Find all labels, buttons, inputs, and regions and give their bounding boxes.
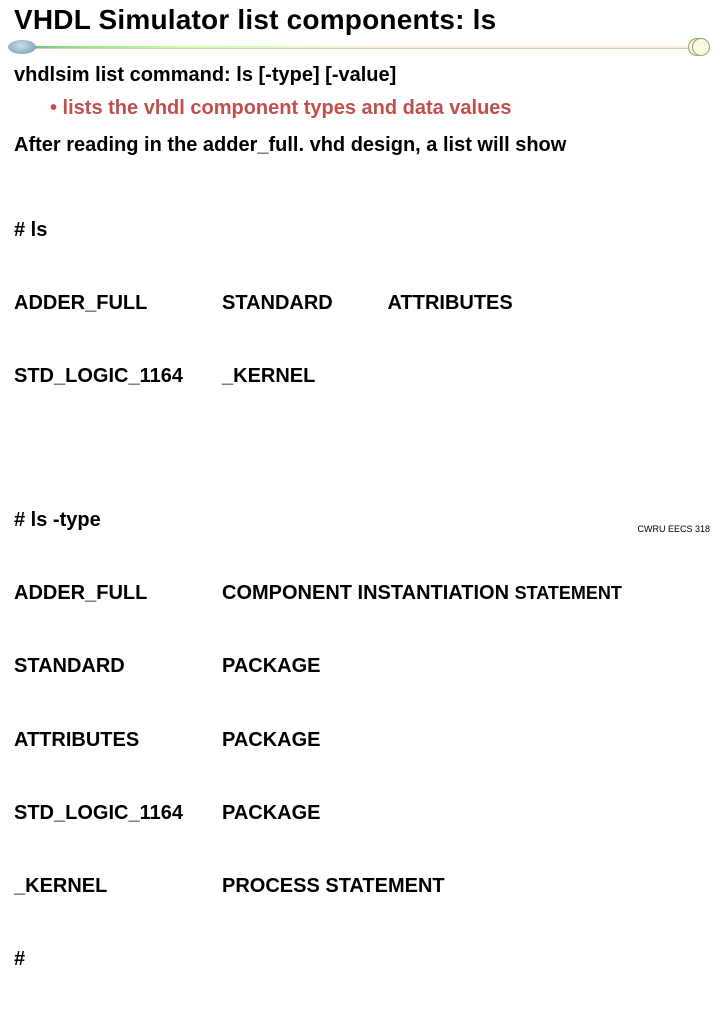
command-line: vhdlsim list command: ls [-type] [-value… (14, 64, 706, 87)
intro-text: After reading in the adder_full. vhd des… (14, 134, 706, 157)
ls-type-tail: # (14, 947, 706, 971)
cell: STANDARD ATTRIBUTES (222, 291, 706, 315)
ls-row: STD_LOGIC_1164 _KERNEL (14, 364, 706, 388)
ls-header: # ls (14, 218, 706, 242)
ls-type-output-block: # ls -type ADDER_FULL COMPONENT INSTANTI… (14, 459, 706, 1020)
cell: ADDER_FULL (14, 291, 222, 315)
ls-type-row: STD_LOGIC_1164 PACKAGE (14, 801, 706, 825)
slide-title: VHDL Simulator list components: ls (14, 4, 706, 36)
cell: _KERNEL (14, 874, 222, 898)
cell: STD_LOGIC_1164 (14, 364, 222, 388)
statement-suffix: STATEMENT (515, 583, 622, 603)
divider-rule (14, 38, 706, 56)
footer-credit: CWRU EECS 318 (637, 524, 710, 534)
cell: PACKAGE (222, 728, 706, 752)
cell: STANDARD (14, 654, 222, 678)
ls-type-row: ADDER_FULL COMPONENT INSTANTIATION STATE… (14, 581, 706, 605)
divider-blob-icon (8, 40, 36, 54)
cell: PROCESS STATEMENT (222, 874, 706, 898)
cell: _KERNEL (222, 364, 706, 388)
cell: ATTRIBUTES (14, 728, 222, 752)
cell: ADDER_FULL (14, 581, 222, 605)
cell: PACKAGE (222, 801, 706, 825)
cell: STD_LOGIC_1164 (14, 801, 222, 825)
ls-output-block: # ls ADDER_FULL STANDARD ATTRIBUTES STD_… (14, 169, 706, 437)
ls-type-row: ATTRIBUTES PACKAGE (14, 728, 706, 752)
cell: COMPONENT INSTANTIATION STATEMENT (222, 581, 706, 605)
ls-type-row: STANDARD PACKAGE (14, 654, 706, 678)
slide: VHDL Simulator list components: ls vhdls… (0, 0, 720, 540)
ls-row: ADDER_FULL STANDARD ATTRIBUTES (14, 291, 706, 315)
ls-type-row: _KERNEL PROCESS STATEMENT (14, 874, 706, 898)
cell: PACKAGE (222, 654, 706, 678)
divider-cap-icon (688, 38, 710, 56)
ls-type-header: # ls -type (14, 508, 706, 532)
bullet-description: • lists the vhdl component types and dat… (50, 97, 706, 120)
divider-line (14, 46, 706, 49)
